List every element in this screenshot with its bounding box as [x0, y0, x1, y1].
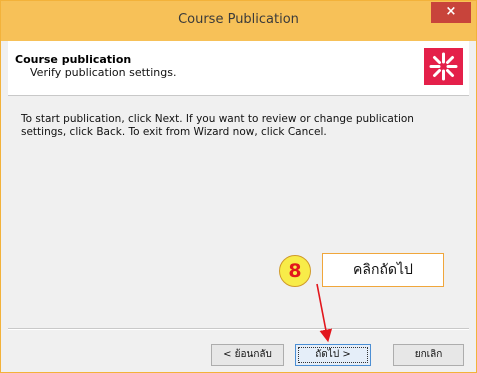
- annotation-arrow-icon: [316, 283, 333, 343]
